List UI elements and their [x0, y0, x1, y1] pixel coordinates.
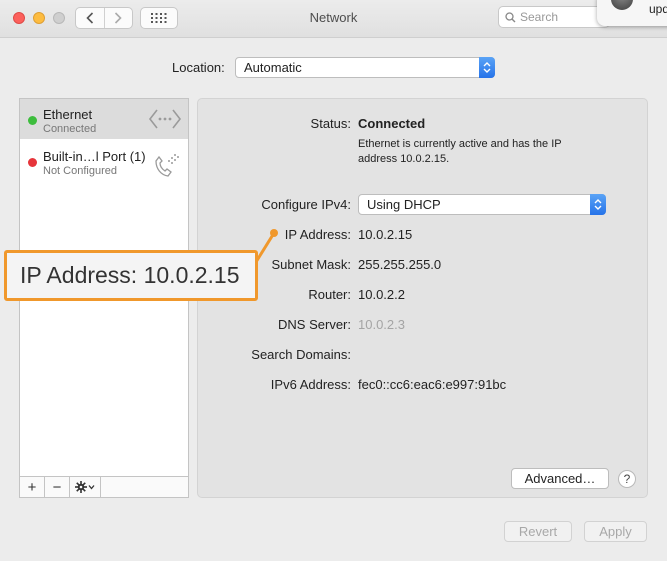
up-down-arrows-icon: [594, 199, 602, 210]
service-list-toolbar: + −: [20, 476, 188, 497]
service-status: Not Configured: [43, 165, 117, 177]
settings-gear-icon: [611, 0, 633, 10]
notification-text: upd: [649, 2, 667, 16]
status-value: Connected: [358, 116, 426, 131]
service-status: Connected: [43, 123, 97, 135]
location-value: Automatic: [244, 60, 302, 75]
ip-address-label: IP Address:: [284, 227, 351, 242]
status-dot-connected: [28, 116, 37, 125]
remove-service-button[interactable]: −: [45, 477, 70, 497]
service-name: Ethernet: [43, 107, 93, 122]
search-icon: [505, 11, 516, 22]
dns-server-value: 10.0.2.3: [358, 317, 405, 332]
help-button[interactable]: ?: [618, 470, 636, 488]
search-placeholder: Search: [520, 10, 559, 24]
add-service-button[interactable]: +: [20, 477, 45, 497]
status-label: Status:: [310, 116, 351, 131]
dns-server-label: DNS Server:: [278, 317, 351, 332]
service-actions-button[interactable]: [70, 477, 101, 497]
apply-button[interactable]: Apply: [584, 521, 647, 542]
title-bar: Network Search upd: [0, 0, 667, 38]
ip-address-value: 10.0.2.15: [358, 227, 413, 242]
location-select[interactable]: Automatic: [235, 57, 495, 78]
notification-banner[interactable]: upd: [597, 0, 667, 26]
modem-phone-icon: [155, 154, 179, 177]
configure-ipv4-select[interactable]: Using DHCP: [358, 194, 606, 215]
location-label: Location:: [172, 60, 225, 75]
search-domains-label: Search Domains:: [251, 347, 351, 362]
search-input[interactable]: Search: [498, 6, 610, 28]
ipv6-address-value: fec0::cc6:eac6:e997:91bc: [358, 377, 507, 392]
configure-ipv4-value: Using DHCP: [367, 197, 441, 212]
advanced-button[interactable]: Advanced…: [511, 468, 609, 489]
subnet-mask-value: 255.255.255.0: [358, 257, 442, 272]
ethernet-arrows-icon: [148, 109, 182, 129]
service-name: Built-in…l Port (1): [43, 149, 146, 164]
ipv6-address-label: IPv6 Address:: [270, 377, 351, 392]
service-item-builtin-port[interactable]: Built-in…l Port (1) Not Configured: [20, 141, 188, 181]
location-stepper: [479, 57, 495, 78]
service-item-ethernet[interactable]: Ethernet Connected: [20, 99, 188, 139]
up-down-arrows-icon: [483, 62, 491, 73]
status-dot-not-configured: [28, 158, 37, 167]
gear-icon: [75, 481, 95, 493]
ip-address-callout: IP Address: 10.0.2.15: [4, 250, 258, 301]
configure-ipv4-stepper: [590, 194, 606, 215]
router-value: 10.0.2.2: [358, 287, 405, 302]
configure-ipv4-label: Configure IPv4:: [261, 197, 351, 212]
revert-button[interactable]: Revert: [504, 521, 572, 542]
status-description: Ethernet is currently active and has the…: [358, 138, 562, 165]
